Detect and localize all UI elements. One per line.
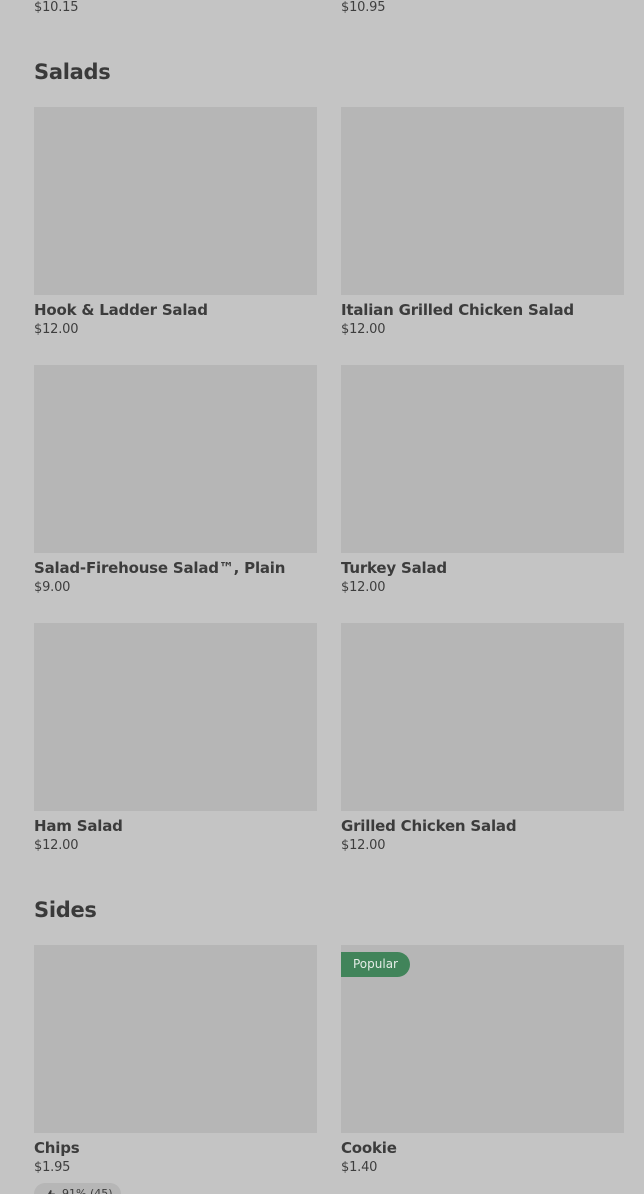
menu-item-name: Hook & Ladder Salad	[34, 301, 208, 319]
menu-item-name: Italian Grilled Chicken Salad	[341, 301, 574, 319]
rating-text: 91% (45)	[62, 1187, 113, 1194]
menu-item-card[interactable]: Italian Grilled Chicken Salad $12.00	[341, 107, 624, 339]
menu-item-price: $9.00	[34, 580, 71, 595]
menu-item-price: $12.00	[34, 838, 79, 853]
menu-item-image	[34, 945, 317, 1133]
menu-item-name: Chips	[34, 1139, 80, 1157]
menu-item-name: Ham Salad	[34, 817, 123, 835]
menu-item-image	[341, 365, 624, 553]
menu-item-price: $12.00	[341, 322, 386, 337]
menu-item-image	[34, 107, 317, 295]
section-title-salads: Salads	[34, 60, 111, 84]
rating-pill: 91% (45)	[34, 1183, 121, 1194]
menu-item-image: Popular	[341, 945, 624, 1133]
popular-badge: Popular	[341, 952, 410, 977]
menu-item-name: Turkey Salad	[341, 559, 447, 577]
menu-item-card[interactable]: Salad-Firehouse Salad™, Plain $9.00	[34, 365, 317, 597]
menu-item-price: $12.00	[341, 838, 386, 853]
menu-item-image	[34, 623, 317, 811]
thumbs-up-icon	[44, 1187, 56, 1194]
menu-item-name: Grilled Chicken Salad	[341, 817, 517, 835]
menu-item-price: $1.95	[34, 1160, 71, 1175]
menu-item-card[interactable]: Hook & Ladder Salad $12.00	[34, 107, 317, 339]
menu-item-card[interactable]: Ham Salad $12.00	[34, 623, 317, 855]
menu-item-image	[34, 365, 317, 553]
menu-item-card[interactable]: Turkey Salad $12.00	[341, 365, 624, 597]
menu-item-price: $1.40	[341, 1160, 378, 1175]
menu-item-image	[341, 623, 624, 811]
menu-item-card[interactable]: Chips $1.95	[34, 945, 317, 1177]
menu-item-name: Salad-Firehouse Salad™, Plain	[34, 559, 286, 577]
menu-item-name: Cookie	[341, 1139, 397, 1157]
menu-item-price: $12.00	[341, 580, 386, 595]
menu-item-card[interactable]: Popular Cookie $1.40	[341, 945, 624, 1177]
menu-item-image	[341, 107, 624, 295]
item-price: $10.15	[34, 0, 79, 15]
menu-item-card[interactable]: Grilled Chicken Salad $12.00	[341, 623, 624, 855]
item-price: $10.95	[341, 0, 386, 15]
section-title-sides: Sides	[34, 898, 97, 922]
menu-item-price: $12.00	[34, 322, 79, 337]
